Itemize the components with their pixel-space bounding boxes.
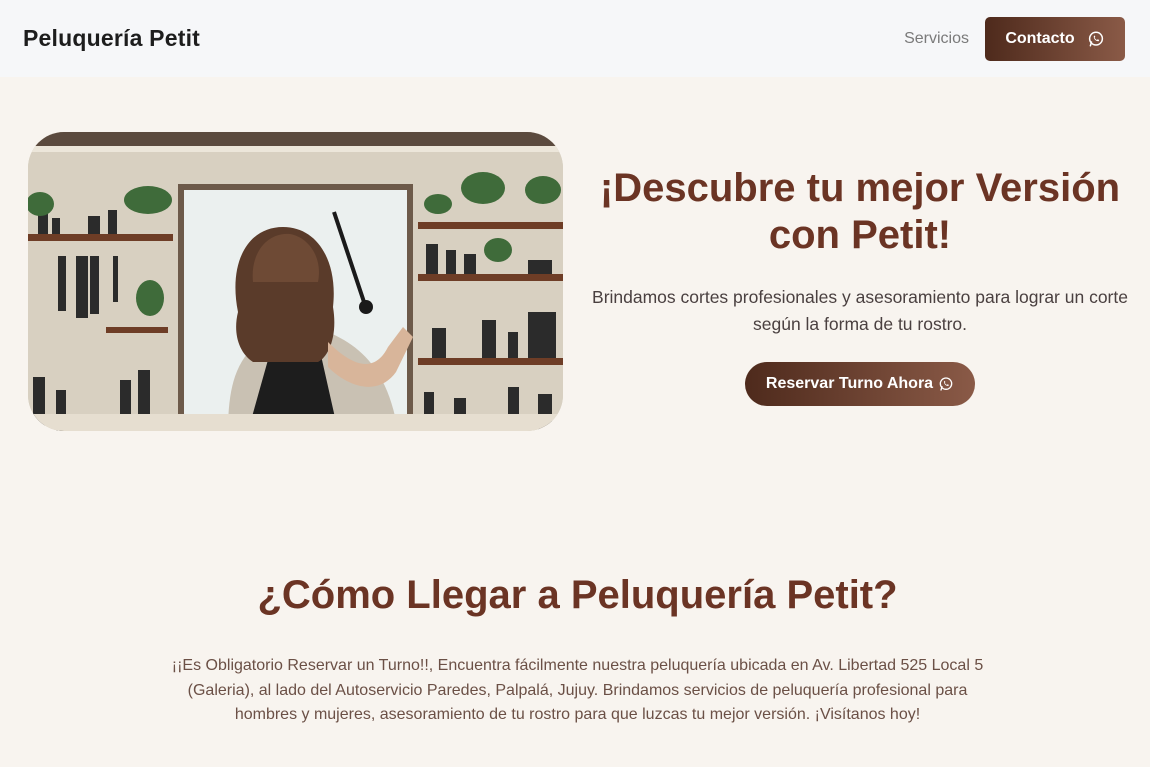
navbar: Peluquería Petit Servicios Contacto <box>0 0 1150 77</box>
location-description: ¡¡Es Obligatorio Reservar un Turno!!, En… <box>171 657 984 723</box>
contact-button[interactable]: Contacto <box>985 16 1125 61</box>
hero-title: ¡Descubre tu mejor Versión con Petit! <box>599 166 1121 257</box>
reserve-turn-button[interactable]: Reservar Turno Ahora <box>745 362 975 406</box>
hero-description: Brindamos cortes profesionales y asesora… <box>592 287 1128 334</box>
whatsapp-icon <box>1087 30 1105 48</box>
whatsapp-icon <box>938 376 954 392</box>
brand-logo[interactable]: Peluquería Petit <box>23 25 200 52</box>
hero-text: ¡Descubre tu mejor Versión con Petit! Br… <box>590 165 1130 406</box>
hero-image <box>28 132 563 431</box>
location-title: ¿Cómo Llegar a Peluquería Petit? <box>257 573 898 617</box>
reserve-turn-label: Reservar Turno Ahora <box>765 375 934 392</box>
contact-button-label: Contacto <box>1005 29 1075 47</box>
nav-menu: Servicios Contacto <box>904 16 1125 61</box>
nav-link-servicios[interactable]: Servicios <box>904 30 969 48</box>
